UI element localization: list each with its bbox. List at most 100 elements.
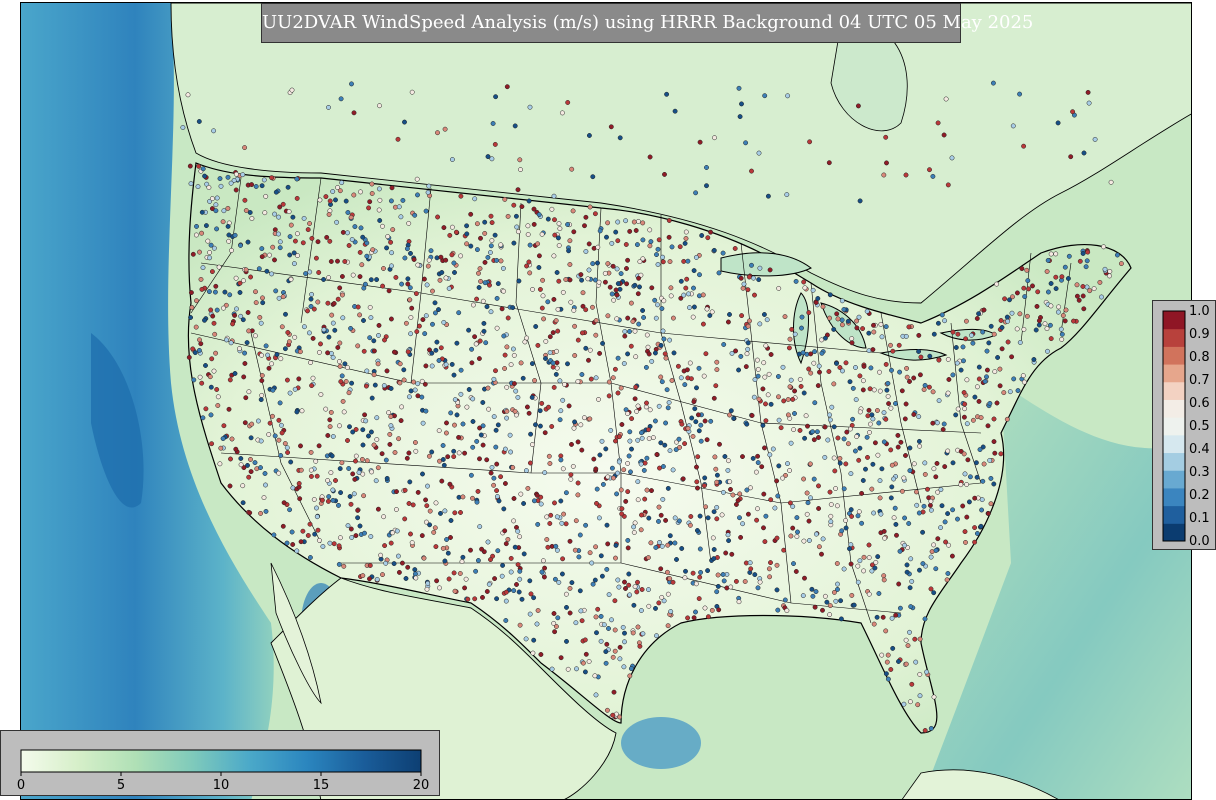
station-dot: [575, 480, 581, 486]
station-dot: [949, 155, 955, 161]
station-dot: [212, 289, 218, 295]
wind-speed-tick-label: 20: [413, 778, 430, 793]
station-dot: [287, 390, 293, 396]
station-dot: [188, 181, 194, 187]
station-dot: [381, 514, 387, 520]
station-dot: [259, 392, 265, 398]
station-dot: [888, 495, 894, 501]
station-dot: [770, 446, 776, 452]
station-dot: [449, 157, 455, 162]
station-dot: [359, 262, 365, 268]
station-dot: [1081, 306, 1087, 312]
station-dot: [716, 607, 722, 613]
station-dot: [774, 478, 780, 484]
station-dot: [945, 511, 951, 517]
station-dot: [697, 139, 703, 145]
station-dot: [468, 472, 474, 478]
station-dot: [569, 166, 575, 172]
station-dot: [754, 357, 760, 363]
station-dot: [860, 478, 866, 483]
station-dot: [427, 522, 433, 528]
station-dot: [691, 285, 696, 291]
station-dot: [630, 319, 636, 324]
station-dot: [911, 412, 917, 417]
station-dot: [355, 343, 361, 349]
station-dot: [226, 232, 232, 238]
station-dot: [248, 456, 253, 462]
station-dot: [348, 526, 354, 532]
station-dot: [313, 458, 319, 464]
station-dot: [678, 375, 684, 381]
station-dot: [495, 422, 501, 428]
map-canvas[interactable]: [21, 3, 1192, 800]
station-dot: [628, 343, 634, 349]
station-dot: [697, 546, 703, 552]
map-panel[interactable]: UU2DVAR WindSpeed Analysis (m/s) using H…: [20, 2, 1192, 800]
station-dot: [498, 258, 504, 264]
station-dot: [482, 219, 488, 225]
station-dot: [500, 265, 506, 271]
station-dot: [594, 500, 599, 506]
station-dot: [335, 296, 341, 302]
station-dot: [246, 474, 252, 480]
station-dot: [593, 375, 599, 381]
title-banner: UU2DVAR WindSpeed Analysis (m/s) using H…: [261, 3, 1033, 43]
station-dot: [472, 596, 478, 602]
station-dot: [652, 418, 658, 424]
station-dot: [749, 168, 754, 174]
station-dot: [375, 465, 381, 471]
station-dot: [612, 366, 618, 372]
station-dot: [879, 466, 885, 472]
station-dot: [970, 417, 976, 423]
station-dot: [494, 488, 500, 494]
station-dot: [802, 435, 808, 441]
station-dot: [955, 516, 960, 522]
station-dot: [547, 334, 553, 340]
station-dot: [824, 599, 830, 605]
station-dot: [199, 230, 205, 236]
station-dot: [917, 567, 922, 573]
station-dot: [927, 502, 933, 508]
station-dot: [265, 352, 271, 358]
station-dot: [579, 618, 585, 624]
station-dot: [642, 496, 648, 502]
station-dot: [888, 667, 894, 672]
station-dot: [491, 475, 497, 481]
station-dot: [988, 501, 994, 507]
station-dot: [527, 578, 533, 584]
station-dot: [863, 466, 868, 472]
station-dot: [725, 467, 731, 473]
station-dot: [665, 542, 671, 548]
station-dot: [746, 274, 752, 280]
station-dot: [257, 314, 263, 320]
station-dot: [933, 548, 939, 553]
station-dot: [1004, 314, 1010, 320]
station-dot: [241, 374, 247, 380]
station-dot: [565, 361, 570, 367]
station-dot: [534, 621, 540, 627]
station-dot: [653, 605, 658, 611]
station-value-color-block: [1163, 364, 1185, 383]
station-dot: [615, 470, 621, 476]
station-dot: [567, 585, 573, 591]
station-dot: [654, 252, 659, 258]
station-dot: [245, 310, 251, 315]
station-dot: [548, 512, 554, 518]
station-dot: [511, 588, 517, 594]
station-dot: [903, 172, 909, 178]
station-dot: [730, 492, 736, 498]
station-dot: [342, 259, 348, 264]
station-dot: [849, 336, 855, 342]
station-dot: [259, 352, 265, 358]
station-dot: [433, 544, 439, 550]
station-dot: [1031, 357, 1037, 362]
station-dot: [883, 324, 889, 330]
station-dot: [233, 171, 239, 177]
station-dot: [966, 499, 972, 505]
station-dot: [803, 413, 809, 419]
station-dot: [702, 605, 708, 611]
station-dot: [670, 315, 676, 321]
station-dot: [618, 271, 624, 277]
station-dot: [906, 324, 912, 330]
station-dot: [991, 481, 997, 487]
